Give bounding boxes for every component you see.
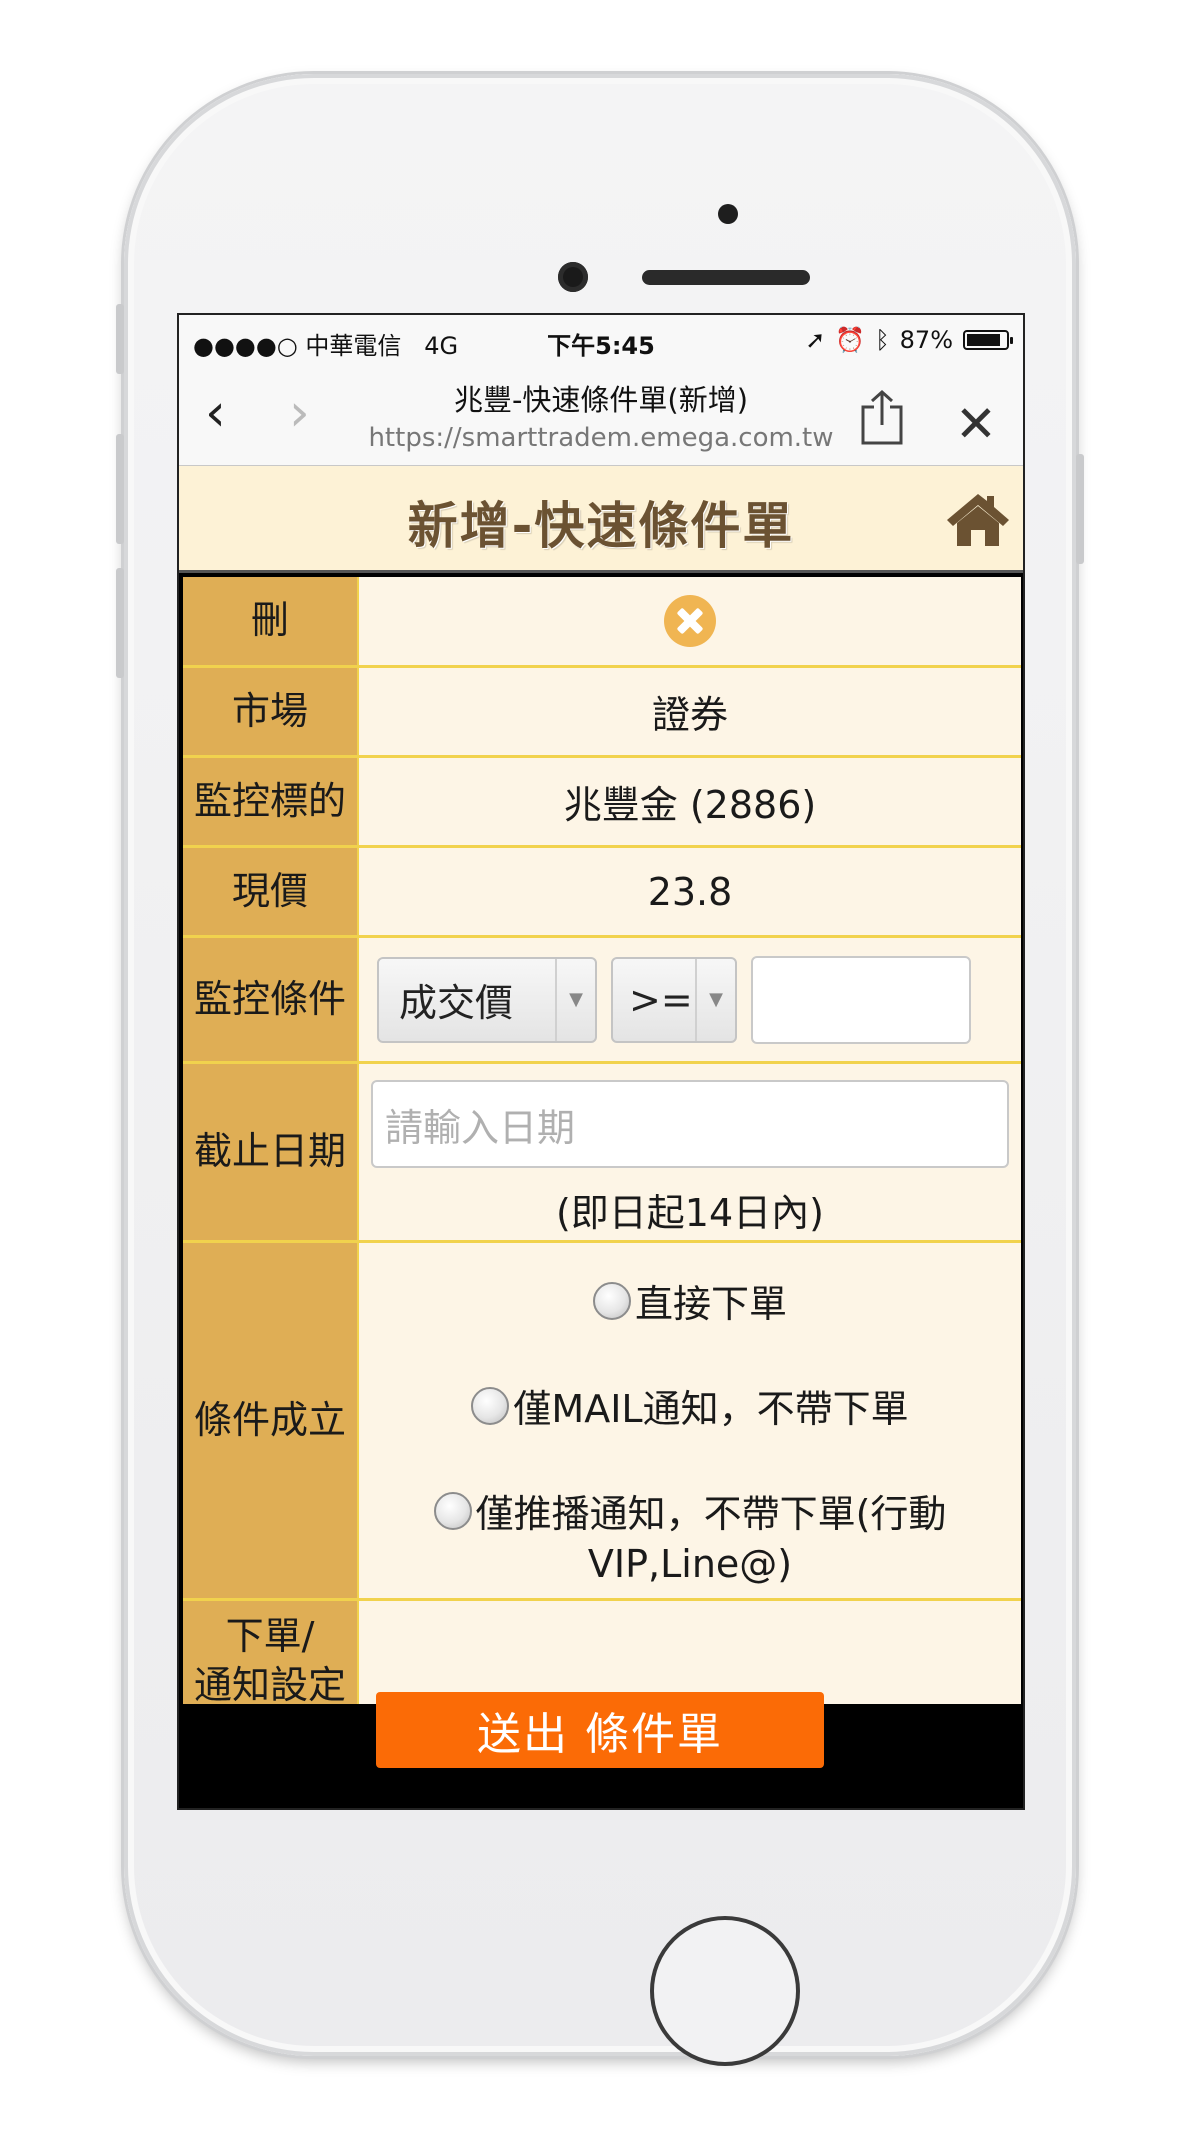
- condition-row: 監控條件 成交價 ▼ >= ▼: [183, 938, 1021, 1064]
- status-bar: ●●●●○ 中華電信 4G 下午5:45 ➚ ⏰ ᛒ 87%: [179, 315, 1023, 365]
- trigger-option-push-notify[interactable]: 僅推播通知，不帶下單(行動: [433, 1483, 947, 1538]
- radio-button[interactable]: [471, 1386, 510, 1425]
- condition-order-form: 刪 市場 證券 監控標的 兆豐金 (2886) 現價 23.8 監控條件 成交價…: [183, 577, 1021, 1721]
- browser-toolbar: ‹ › 兆豐-快速條件單(新增) https://smarttradem.eme…: [179, 365, 1023, 466]
- radio-button[interactable]: [433, 1491, 472, 1530]
- trigger-row: 條件成立 直接下單 僅MAIL通知，不帶下單 僅推播通知，不帶下單(行動 VIP…: [183, 1243, 1021, 1601]
- expiry-note: (即日起14日內): [555, 1191, 824, 1235]
- submit-order-button[interactable]: 送出 條件單: [376, 1692, 824, 1768]
- notify-label-line1: 下單/: [225, 1613, 315, 1658]
- alarm-icon: ⏰: [835, 326, 866, 354]
- condition-operator-value: >=: [629, 977, 693, 1022]
- trigger-option-mail-notify[interactable]: 僅MAIL通知，不帶下單: [471, 1378, 909, 1433]
- home-icon[interactable]: [945, 490, 1011, 548]
- dropdown-arrow-icon: ▼: [555, 958, 595, 1041]
- volume-up-button: [116, 434, 124, 544]
- target-label: 監控標的: [183, 758, 359, 845]
- trigger-option-label-continued: VIP,Line@): [587, 1542, 793, 1586]
- trigger-option-label: 僅推播通知，不帶下單(行動: [475, 1492, 947, 1536]
- target-row: 監控標的 兆豐金 (2886): [183, 758, 1021, 848]
- notify-settings-label: 下單/ 通知設定: [183, 1601, 359, 1721]
- battery-fill: [967, 334, 1000, 346]
- page-title: 新增-快速條件單: [407, 497, 795, 555]
- expiry-row: 截止日期 請輸入日期 (即日起14日內): [183, 1064, 1021, 1243]
- delete-label: 刪: [183, 577, 359, 665]
- power-button: [1076, 454, 1084, 564]
- page-header: 新增-快速條件單: [179, 466, 1023, 573]
- expiry-label: 截止日期: [183, 1064, 359, 1240]
- condition-field-value: 成交價: [399, 981, 514, 1025]
- proximity-sensor: [718, 204, 738, 224]
- price-label: 現價: [183, 848, 359, 935]
- delete-circle-x-icon[interactable]: [664, 595, 716, 647]
- radio-button[interactable]: [592, 1281, 631, 1320]
- condition-label: 監控條件: [183, 938, 359, 1061]
- market-row: 市場 證券: [183, 668, 1021, 758]
- price-value: 23.8: [359, 848, 1021, 935]
- volume-down-button: [116, 568, 124, 678]
- condition-operator-select[interactable]: >= ▼: [611, 956, 737, 1043]
- market-label: 市場: [183, 668, 359, 755]
- phone-screen: ●●●●○ 中華電信 4G 下午5:45 ➚ ⏰ ᛒ 87% ‹ › 兆豐-快速…: [177, 313, 1025, 1810]
- mute-switch: [116, 304, 124, 374]
- condition-field-select[interactable]: 成交價 ▼: [377, 956, 597, 1043]
- notify-label-line2: 通知設定: [193, 1663, 346, 1707]
- battery-icon: [963, 330, 1013, 350]
- market-value: 證券: [359, 668, 1021, 755]
- trigger-option-label: 僅MAIL通知，不帶下單: [513, 1387, 909, 1431]
- dropdown-arrow-icon: ▼: [695, 958, 735, 1041]
- front-camera: [558, 262, 588, 292]
- target-value: 兆豐金 (2886): [359, 758, 1021, 845]
- battery-percent: 87%: [899, 326, 953, 354]
- trigger-option-direct-order[interactable]: 直接下單: [592, 1273, 787, 1328]
- bluetooth-icon: ᛒ: [875, 326, 890, 354]
- expiry-date-input[interactable]: 請輸入日期: [371, 1080, 1009, 1168]
- price-row: 現價 23.8: [183, 848, 1021, 938]
- close-icon[interactable]: ✕: [955, 399, 997, 449]
- condition-value-input[interactable]: [751, 955, 971, 1044]
- earpiece-speaker: [642, 270, 810, 285]
- location-arrow-icon: ➚: [805, 326, 826, 354]
- home-button[interactable]: [650, 1916, 800, 2066]
- trigger-option-label: 直接下單: [634, 1282, 787, 1326]
- trigger-label: 條件成立: [183, 1243, 359, 1598]
- share-icon[interactable]: [859, 389, 905, 445]
- delete-row: 刪: [183, 577, 1021, 668]
